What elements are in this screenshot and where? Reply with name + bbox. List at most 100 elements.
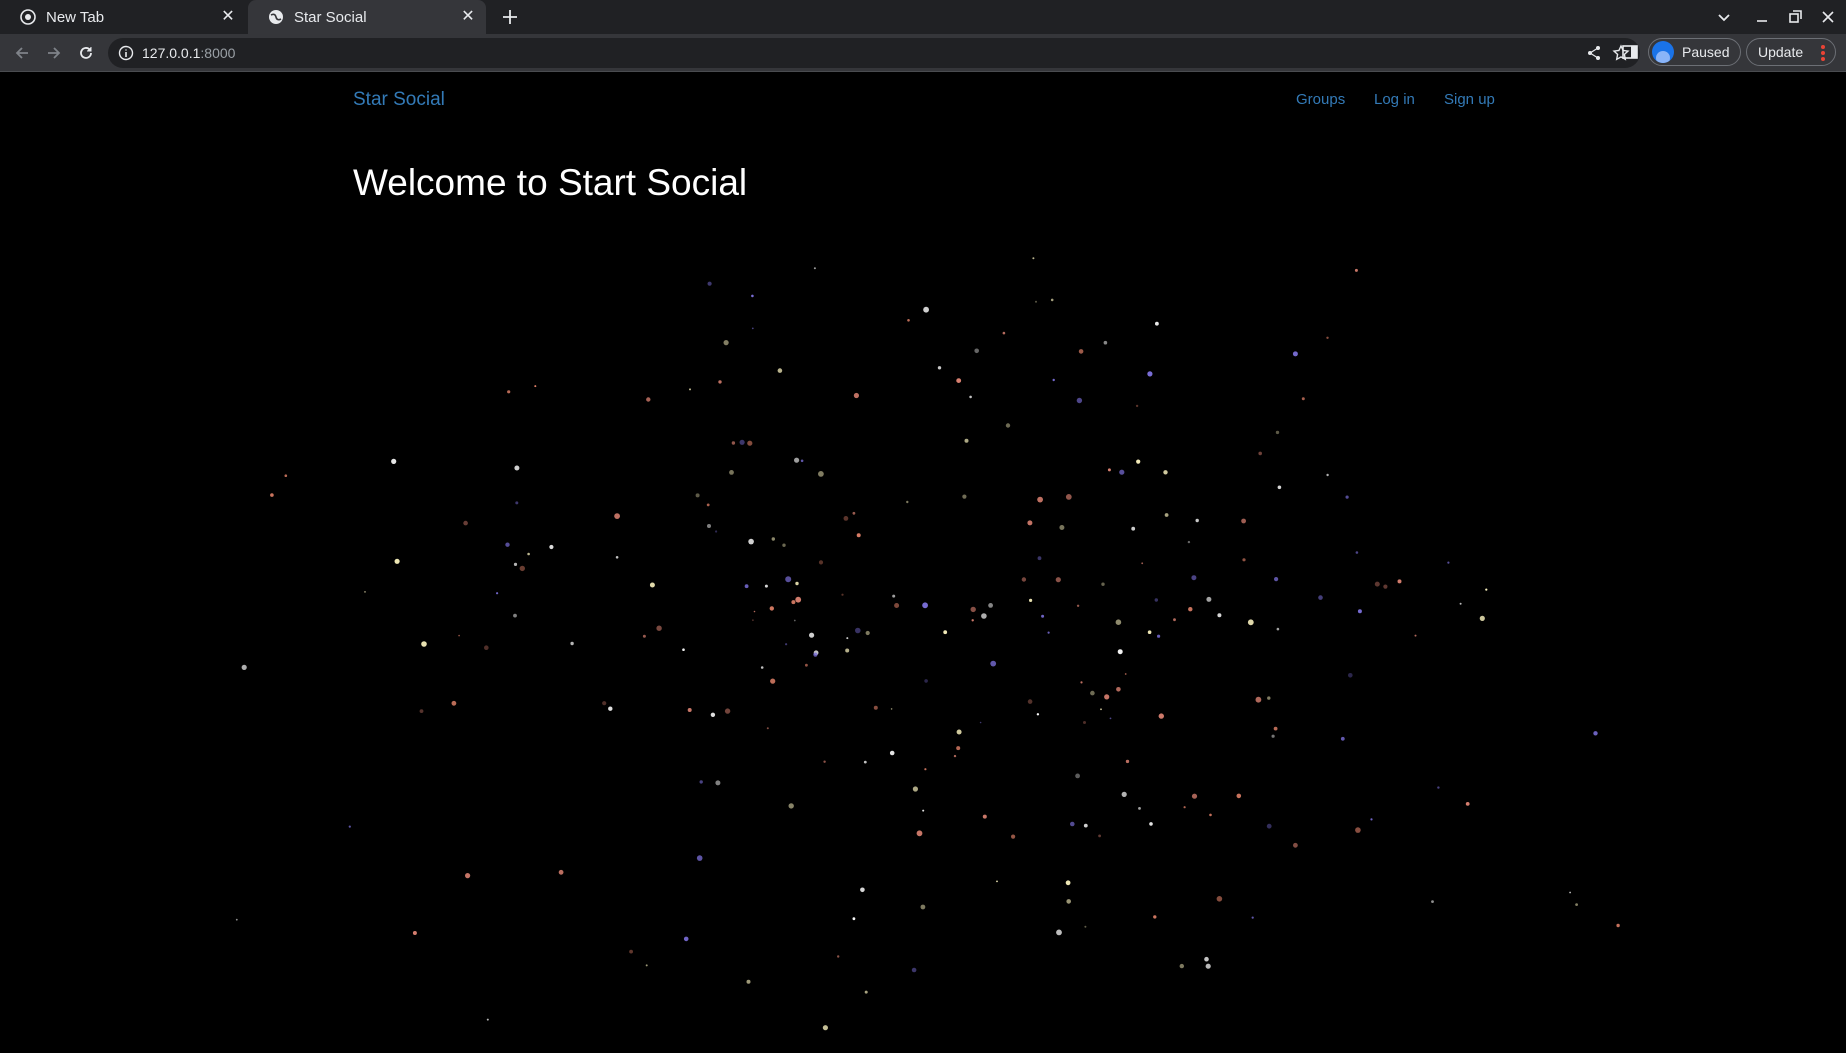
close-tab-icon[interactable]: ✕ [460, 9, 476, 25]
restore-icon[interactable] [1785, 7, 1805, 27]
star-dot [1183, 806, 1186, 809]
minimize-icon[interactable] [1752, 7, 1772, 27]
back-arrow-icon[interactable] [12, 43, 32, 63]
star-dot [513, 613, 517, 618]
star-dot [1109, 717, 1112, 720]
star-dot [739, 439, 745, 445]
reload-icon[interactable] [76, 43, 96, 63]
star-dot [1021, 577, 1027, 582]
star-dot [746, 979, 751, 984]
star-dot [953, 754, 957, 758]
star-dot [1397, 579, 1402, 584]
star-dot [1255, 696, 1262, 703]
star-dot [837, 955, 840, 958]
star-dot [890, 708, 893, 710]
star-dot [979, 721, 982, 724]
star-dot [1037, 556, 1042, 561]
star-dot [1191, 793, 1198, 799]
star-dot [1116, 687, 1121, 692]
star-dot [748, 538, 754, 545]
star-dot [1465, 802, 1470, 806]
star-dot [1345, 495, 1349, 499]
menu-dots-icon[interactable] [1821, 45, 1825, 61]
star-dot [1206, 596, 1212, 602]
star-dot [974, 348, 979, 354]
star-dot [682, 648, 685, 651]
url-text: 127.0.0.1:8000 [142, 45, 235, 61]
star-dot [1032, 257, 1035, 260]
nav-link-groups[interactable]: Groups [1296, 91, 1345, 108]
site-brand-link[interactable]: Star Social [353, 89, 445, 111]
star-dot [962, 494, 967, 499]
profile-button[interactable]: Paused [1648, 38, 1741, 66]
update-label: Update [1758, 44, 1804, 60]
star-dot [519, 565, 525, 572]
forward-arrow-icon[interactable] [44, 43, 64, 63]
star-dot [1098, 834, 1101, 838]
star-dot [782, 543, 786, 547]
page-title: Welcome to Start Social [353, 162, 748, 203]
nav-link-login[interactable]: Log in [1374, 91, 1415, 108]
star-dot [419, 709, 424, 713]
tab-title: New Tab [46, 8, 105, 26]
star-dot [284, 474, 288, 478]
star-dot [1187, 540, 1191, 544]
tab-new-tab[interactable]: New Tab ✕ [0, 0, 246, 34]
star-dot [1204, 956, 1209, 962]
star-dot [695, 493, 700, 498]
side-panel-icon[interactable] [1621, 43, 1639, 61]
star-dot [956, 746, 961, 751]
star-dot [889, 750, 895, 756]
star-dot [1101, 582, 1105, 586]
star-dot [348, 825, 351, 828]
star-dot [770, 678, 776, 684]
star-dot [558, 869, 564, 875]
star-dot [1348, 673, 1353, 678]
star-dot [860, 887, 865, 893]
star-dot [1275, 430, 1280, 435]
close-window-icon[interactable] [1818, 7, 1838, 27]
star-dot [1084, 925, 1087, 928]
star-dot [394, 558, 400, 564]
profile-status: Paused [1682, 44, 1730, 60]
star-dot [990, 660, 997, 667]
star-dot [1293, 842, 1298, 848]
star-dot [515, 501, 519, 505]
star-dot [788, 803, 794, 809]
site-info-icon[interactable] [118, 45, 134, 61]
avatar [1652, 41, 1674, 63]
star-dot [715, 780, 721, 786]
nav-link-signup[interactable]: Sign up [1444, 91, 1495, 108]
star-dot [794, 457, 800, 463]
url-host: 127.0.0.1 [142, 45, 201, 61]
star-dot [996, 880, 998, 883]
star-dot [1179, 963, 1185, 969]
star-dot [956, 378, 962, 383]
star-dot [707, 524, 711, 528]
star-dot [795, 581, 799, 586]
star-dot [981, 613, 987, 619]
star-dot [484, 645, 489, 650]
update-button[interactable]: Update [1746, 38, 1836, 66]
star-dot [642, 634, 646, 638]
star-dot [615, 556, 619, 559]
address-bar[interactable]: 127.0.0.1:8000 [108, 38, 1640, 68]
star-dot [718, 380, 722, 384]
star-dot [707, 281, 712, 286]
star-dot [1575, 903, 1578, 906]
star-dot [1616, 923, 1620, 928]
share-icon[interactable] [1586, 45, 1602, 61]
star-dot [724, 708, 731, 714]
star-dot [723, 340, 729, 346]
tab-star-social[interactable]: Star Social ✕ [248, 0, 486, 34]
tab-search-chevron-icon[interactable] [1714, 7, 1734, 27]
tab-title: Star Social [294, 8, 367, 26]
star-dot [505, 542, 510, 547]
star-dot [496, 592, 499, 595]
star-dot [1447, 561, 1450, 564]
star-dot [852, 511, 856, 515]
new-tab-plus-icon[interactable] [499, 6, 521, 28]
star-dot [1479, 615, 1485, 622]
star-dot [846, 637, 849, 640]
close-tab-icon[interactable]: ✕ [220, 9, 236, 25]
